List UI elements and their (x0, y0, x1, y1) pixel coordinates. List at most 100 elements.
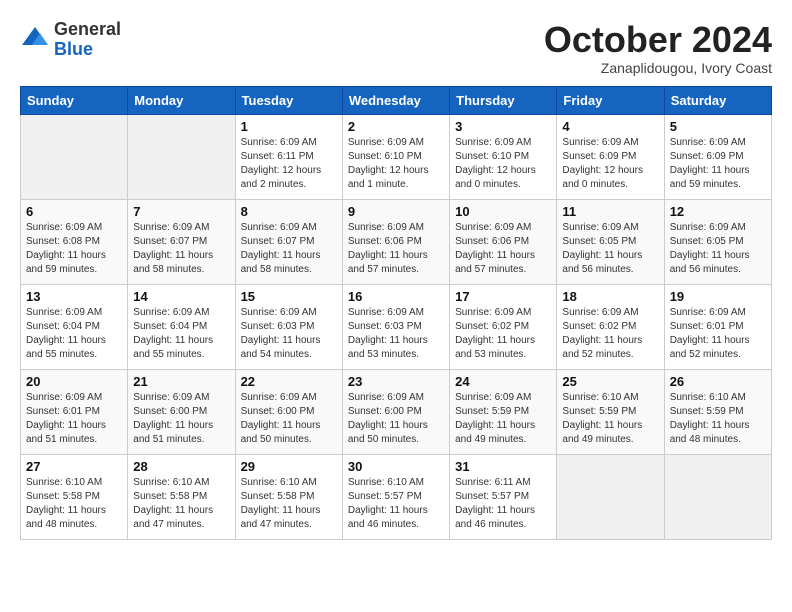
day-number: 12 (670, 204, 766, 219)
day-number: 3 (455, 119, 551, 134)
table-row: 5 Sunrise: 6:09 AM Sunset: 6:09 PM Daylig… (664, 114, 771, 199)
day-number: 1 (241, 119, 337, 134)
month-title: October 2024 (544, 20, 772, 60)
header-thursday: Thursday (450, 86, 557, 114)
table-row (664, 454, 771, 539)
table-row: 30Sunrise: 6:10 AM Sunset: 5:57 PM Dayli… (342, 454, 449, 539)
day-info: Sunrise: 6:09 AM Sunset: 6:05 PM Dayligh… (562, 221, 658, 277)
day-number: 19 (670, 289, 766, 304)
table-row: 1 Sunrise: 6:09 AM Sunset: 6:11 PM Daylig… (235, 114, 342, 199)
day-number: 16 (348, 289, 444, 304)
calendar-week-row: 13 Sunrise: 6:09 AM Sunset: 6:04 PM Dayli… (21, 284, 772, 369)
table-row: 12 Sunrise: 6:09 AM Sunset: 6:05 PM Dayli… (664, 199, 771, 284)
table-row: 10 Sunrise: 6:09 AM Sunset: 6:06 PM Dayli… (450, 199, 557, 284)
day-info: Sunrise: 6:09 AM Sunset: 6:03 PM Dayligh… (241, 306, 337, 362)
day-number: 17 (455, 289, 551, 304)
header-wednesday: Wednesday (342, 86, 449, 114)
table-row: 4 Sunrise: 6:09 AM Sunset: 6:09 PM Daylig… (557, 114, 664, 199)
day-info: Sunrise: 6:09 AM Sunset: 6:02 PM Dayligh… (455, 306, 551, 362)
day-info: Sunrise: 6:09 AM Sunset: 6:11 PM Dayligh… (241, 136, 337, 192)
day-number: 26 (670, 374, 766, 389)
day-info: Sunrise: 6:09 AM Sunset: 6:00 PM Dayligh… (348, 391, 444, 447)
table-row: 3 Sunrise: 6:09 AM Sunset: 6:10 PM Daylig… (450, 114, 557, 199)
day-info: Sunrise: 6:10 AM Sunset: 5:59 PM Dayligh… (562, 391, 658, 447)
header-monday: Monday (128, 86, 235, 114)
logo: General Blue (20, 20, 121, 60)
day-number: 23 (348, 374, 444, 389)
day-number: 31 (455, 459, 551, 474)
day-info: Sunrise: 6:09 AM Sunset: 6:08 PM Dayligh… (26, 221, 122, 277)
table-row: 7 Sunrise: 6:09 AM Sunset: 6:07 PM Daylig… (128, 199, 235, 284)
day-number: 2 (348, 119, 444, 134)
day-info: Sunrise: 6:11 AM Sunset: 5:57 PM Dayligh… (455, 476, 551, 532)
day-number: 7 (133, 204, 229, 219)
table-row: 16Sunrise: 6:09 AM Sunset: 6:03 PM Dayli… (342, 284, 449, 369)
day-number: 20 (26, 374, 122, 389)
header-saturday: Saturday (664, 86, 771, 114)
table-row: 31 Sunrise: 6:11 AM Sunset: 5:57 PM Dayli… (450, 454, 557, 539)
day-number: 4 (562, 119, 658, 134)
day-number: 6 (26, 204, 122, 219)
day-info: Sunrise: 6:09 AM Sunset: 6:06 PM Dayligh… (455, 221, 551, 277)
day-info: Sunrise: 6:09 AM Sunset: 6:00 PM Dayligh… (133, 391, 229, 447)
calendar-header-row: Sunday Monday Tuesday Wednesday Thursday… (21, 86, 772, 114)
table-row: 14 Sunrise: 6:09 AM Sunset: 6:04 PM Dayli… (128, 284, 235, 369)
header-tuesday: Tuesday (235, 86, 342, 114)
table-row (557, 454, 664, 539)
day-info: Sunrise: 6:09 AM Sunset: 6:05 PM Dayligh… (670, 221, 766, 277)
day-info: Sunrise: 6:09 AM Sunset: 6:04 PM Dayligh… (133, 306, 229, 362)
table-row: 18Sunrise: 6:09 AM Sunset: 6:02 PM Dayli… (557, 284, 664, 369)
calendar-table: Sunday Monday Tuesday Wednesday Thursday… (20, 86, 772, 540)
day-number: 29 (241, 459, 337, 474)
table-row: 22 Sunrise: 6:09 AM Sunset: 6:00 PM Dayli… (235, 369, 342, 454)
day-number: 14 (133, 289, 229, 304)
day-info: Sunrise: 6:09 AM Sunset: 6:06 PM Dayligh… (348, 221, 444, 277)
day-info: Sunrise: 6:09 AM Sunset: 6:09 PM Dayligh… (670, 136, 766, 192)
day-info: Sunrise: 6:09 AM Sunset: 6:07 PM Dayligh… (241, 221, 337, 277)
day-info: Sunrise: 6:09 AM Sunset: 6:01 PM Dayligh… (670, 306, 766, 362)
table-row: 9 Sunrise: 6:09 AM Sunset: 6:06 PM Daylig… (342, 199, 449, 284)
day-info: Sunrise: 6:10 AM Sunset: 5:59 PM Dayligh… (670, 391, 766, 447)
table-row: 6 Sunrise: 6:09 AM Sunset: 6:08 PM Daylig… (21, 199, 128, 284)
day-number: 22 (241, 374, 337, 389)
table-row (128, 114, 235, 199)
table-row: 26 Sunrise: 6:10 AM Sunset: 5:59 PM Dayli… (664, 369, 771, 454)
day-info: Sunrise: 6:10 AM Sunset: 5:58 PM Dayligh… (133, 476, 229, 532)
day-info: Sunrise: 6:09 AM Sunset: 6:02 PM Dayligh… (562, 306, 658, 362)
table-row: 15 Sunrise: 6:09 AM Sunset: 6:03 PM Dayli… (235, 284, 342, 369)
logo-blue: Blue (54, 40, 121, 60)
day-info: Sunrise: 6:09 AM Sunset: 6:04 PM Dayligh… (26, 306, 122, 362)
day-number: 9 (348, 204, 444, 219)
logo-general: General (54, 20, 121, 40)
day-info: Sunrise: 6:09 AM Sunset: 6:10 PM Dayligh… (455, 136, 551, 192)
title-block: October 2024 Zanaplidougou, Ivory Coast (544, 20, 772, 76)
table-row: 24Sunrise: 6:09 AM Sunset: 5:59 PM Dayli… (450, 369, 557, 454)
table-row: 23 Sunrise: 6:09 AM Sunset: 6:00 PM Dayli… (342, 369, 449, 454)
day-number: 15 (241, 289, 337, 304)
header-sunday: Sunday (21, 86, 128, 114)
day-info: Sunrise: 6:09 AM Sunset: 6:07 PM Dayligh… (133, 221, 229, 277)
table-row: 29 Sunrise: 6:10 AM Sunset: 5:58 PM Dayli… (235, 454, 342, 539)
day-info: Sunrise: 6:09 AM Sunset: 6:00 PM Dayligh… (241, 391, 337, 447)
table-row (21, 114, 128, 199)
table-row: 25 Sunrise: 6:10 AM Sunset: 5:59 PM Dayli… (557, 369, 664, 454)
header-friday: Friday (557, 86, 664, 114)
logo-text: General Blue (54, 20, 121, 60)
calendar-week-row: 27Sunrise: 6:10 AM Sunset: 5:58 PM Dayli… (21, 454, 772, 539)
table-row: 11Sunrise: 6:09 AM Sunset: 6:05 PM Dayli… (557, 199, 664, 284)
day-info: Sunrise: 6:10 AM Sunset: 5:57 PM Dayligh… (348, 476, 444, 532)
day-number: 10 (455, 204, 551, 219)
day-info: Sunrise: 6:10 AM Sunset: 5:58 PM Dayligh… (241, 476, 337, 532)
day-number: 28 (133, 459, 229, 474)
day-number: 25 (562, 374, 658, 389)
day-number: 5 (670, 119, 766, 134)
table-row: 28 Sunrise: 6:10 AM Sunset: 5:58 PM Dayli… (128, 454, 235, 539)
day-number: 13 (26, 289, 122, 304)
table-row: 8Sunrise: 6:09 AM Sunset: 6:07 PM Daylig… (235, 199, 342, 284)
day-info: Sunrise: 6:09 AM Sunset: 6:09 PM Dayligh… (562, 136, 658, 192)
table-row: 13 Sunrise: 6:09 AM Sunset: 6:04 PM Dayli… (21, 284, 128, 369)
day-number: 24 (455, 374, 551, 389)
calendar-week-row: 20Sunrise: 6:09 AM Sunset: 6:01 PM Dayli… (21, 369, 772, 454)
table-row: 2Sunrise: 6:09 AM Sunset: 6:10 PM Daylig… (342, 114, 449, 199)
page-header: General Blue October 2024 Zanaplidougou,… (20, 20, 772, 76)
